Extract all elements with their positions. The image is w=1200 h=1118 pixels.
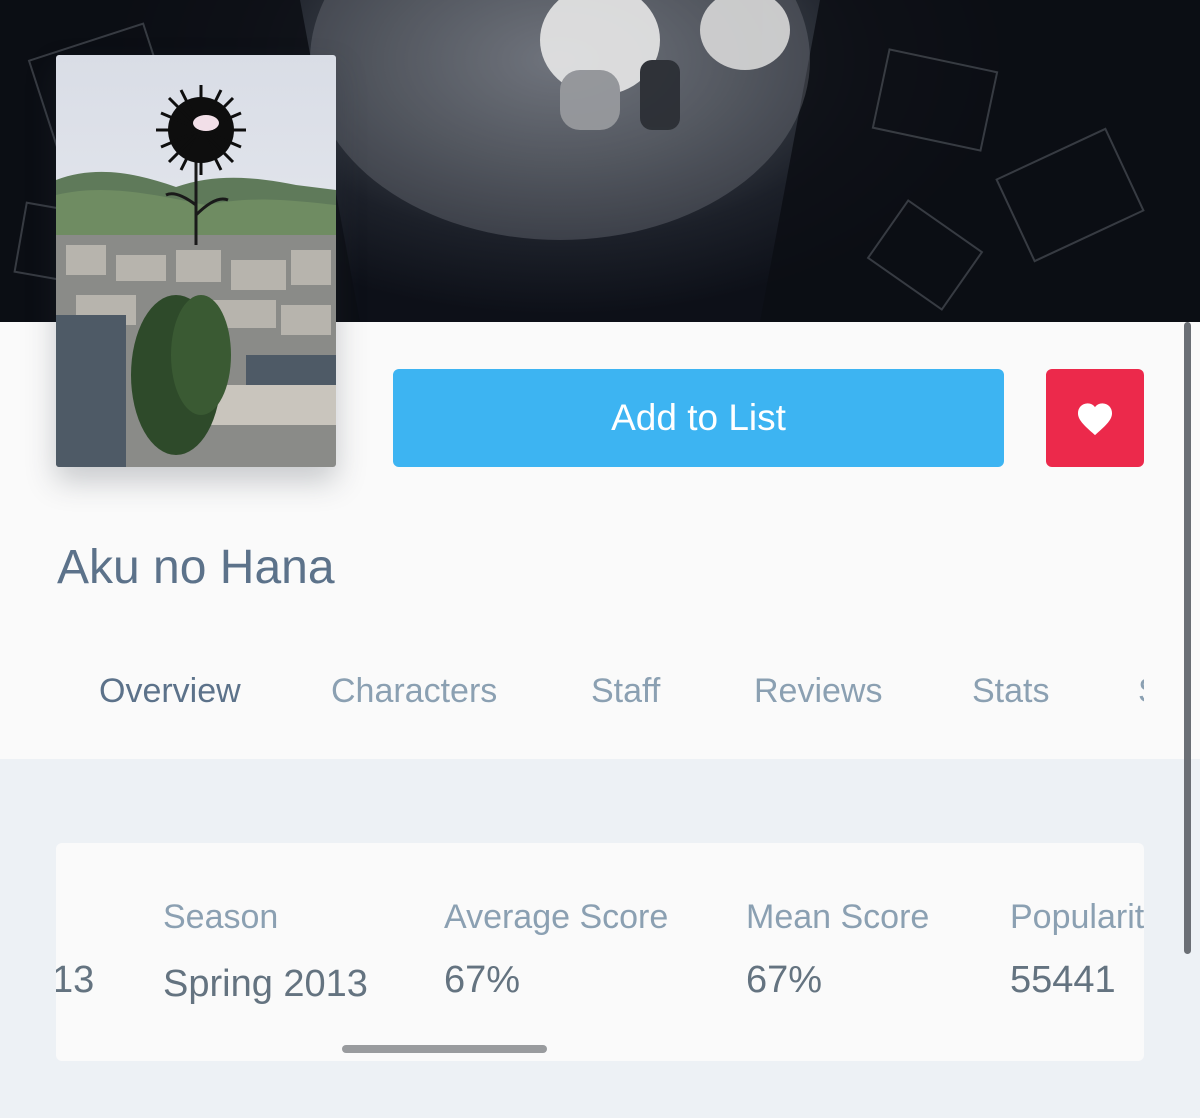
tab-stats[interactable]: Stats — [972, 672, 1049, 711]
stat-value-mean-score: 67% — [746, 959, 823, 1001]
stat-label-mean-score: Mean Score — [746, 898, 930, 936]
stat-label-season: Season — [163, 898, 279, 936]
tab-reviews[interactable]: Reviews — [754, 672, 882, 711]
stat-value-partial: 13 — [56, 959, 95, 1001]
heart-icon — [1077, 403, 1113, 436]
stat-label-popularity: Popularity — [1010, 898, 1144, 936]
add-to-list-button[interactable]: Add to List — [393, 369, 1004, 467]
horizontal-scrollbar[interactable] — [342, 1045, 547, 1053]
stat-value-average-score: 67% — [444, 959, 521, 1001]
add-to-list-label: Add to List — [611, 397, 786, 438]
stats-card: 13 Season Spring 2013 Average Score 67% … — [56, 843, 1144, 1061]
favorite-button[interactable] — [1046, 369, 1144, 467]
tab-overview[interactable]: Overview — [99, 672, 241, 711]
stat-label-average-score: Average Score — [444, 898, 669, 936]
tab-staff[interactable]: Staff — [591, 672, 660, 711]
tab-characters[interactable]: Characters — [331, 672, 497, 711]
cover-image — [56, 55, 336, 467]
stat-value-popularity: 55441 — [1010, 959, 1116, 1001]
stat-value-season: Spring 2013 — [163, 963, 368, 1005]
tab-bar: Overview Characters Staff Reviews Stats … — [0, 672, 1144, 716]
media-title: Aku no Hana — [57, 541, 335, 594]
vertical-scrollbar[interactable] — [1184, 322, 1191, 954]
tab-next[interactable]: S — [1138, 672, 1144, 711]
